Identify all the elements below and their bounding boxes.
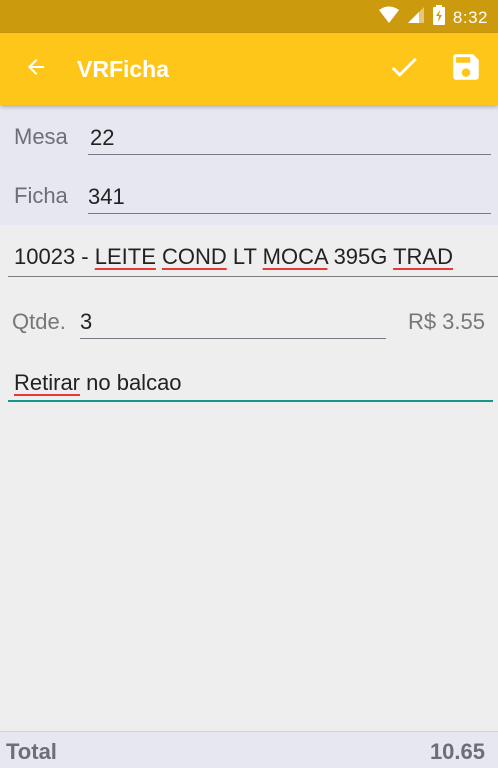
status-bar: 8:32 xyxy=(0,0,498,33)
cell-signal-icon xyxy=(407,6,425,29)
status-icons: 8:32 xyxy=(378,5,488,30)
quantity-input[interactable]: 3 xyxy=(80,309,92,335)
observation-underline xyxy=(8,400,493,402)
check-icon xyxy=(387,50,421,89)
quantity-label: Qtde. xyxy=(12,309,66,334)
product-code: 10023 - xyxy=(14,244,95,269)
product-word-trad: TRAD xyxy=(393,244,453,269)
product-field[interactable]: 10023 - LEITE COND LT MOCA 395G TRAD xyxy=(0,225,498,280)
observation-word-retirar: Retirar xyxy=(14,370,81,395)
ficha-row: Ficha 341 xyxy=(0,165,498,225)
mesa-label: Mesa xyxy=(14,124,68,149)
mesa-row: Mesa 22 xyxy=(0,105,498,165)
product-text: 10023 - LEITE COND LT MOCA 395G TRAD xyxy=(14,244,453,270)
observation-input[interactable]: Retirar no balcao xyxy=(14,370,182,396)
product-word-lt: LT xyxy=(226,244,263,269)
floppy-disk-icon xyxy=(449,50,483,89)
app-bar: VRFicha xyxy=(0,33,498,105)
mesa-input[interactable]: 22 xyxy=(90,125,114,151)
ficha-input[interactable]: 341 xyxy=(88,184,125,210)
battery-charging-icon xyxy=(432,5,445,30)
ficha-underline xyxy=(88,213,491,214)
total-bar: Total 10.65 xyxy=(0,731,498,768)
status-time: 8:32 xyxy=(452,7,488,27)
total-value: 10.65 xyxy=(429,739,485,764)
observation-rest: no balcao xyxy=(80,370,182,395)
product-word-leite: LEITE xyxy=(94,244,156,269)
ficha-label: Ficha xyxy=(14,183,68,208)
confirm-button[interactable] xyxy=(386,51,422,87)
app-title: VRFicha xyxy=(77,56,170,82)
back-button[interactable] xyxy=(18,51,54,87)
product-underline xyxy=(8,276,498,277)
unit-price: R$ 3.55 xyxy=(407,309,485,334)
save-button[interactable] xyxy=(448,51,484,87)
arrow-left-icon xyxy=(24,55,48,84)
quantity-underline xyxy=(80,338,386,339)
mesa-underline xyxy=(88,154,491,155)
product-word-cond: COND xyxy=(162,244,227,269)
product-word-moca: MOCA xyxy=(262,244,328,269)
total-label: Total xyxy=(6,739,57,764)
wifi-icon xyxy=(378,6,399,29)
product-word-395g: 395G xyxy=(327,244,394,269)
header-panel: Mesa 22 Ficha 341 xyxy=(0,105,498,225)
